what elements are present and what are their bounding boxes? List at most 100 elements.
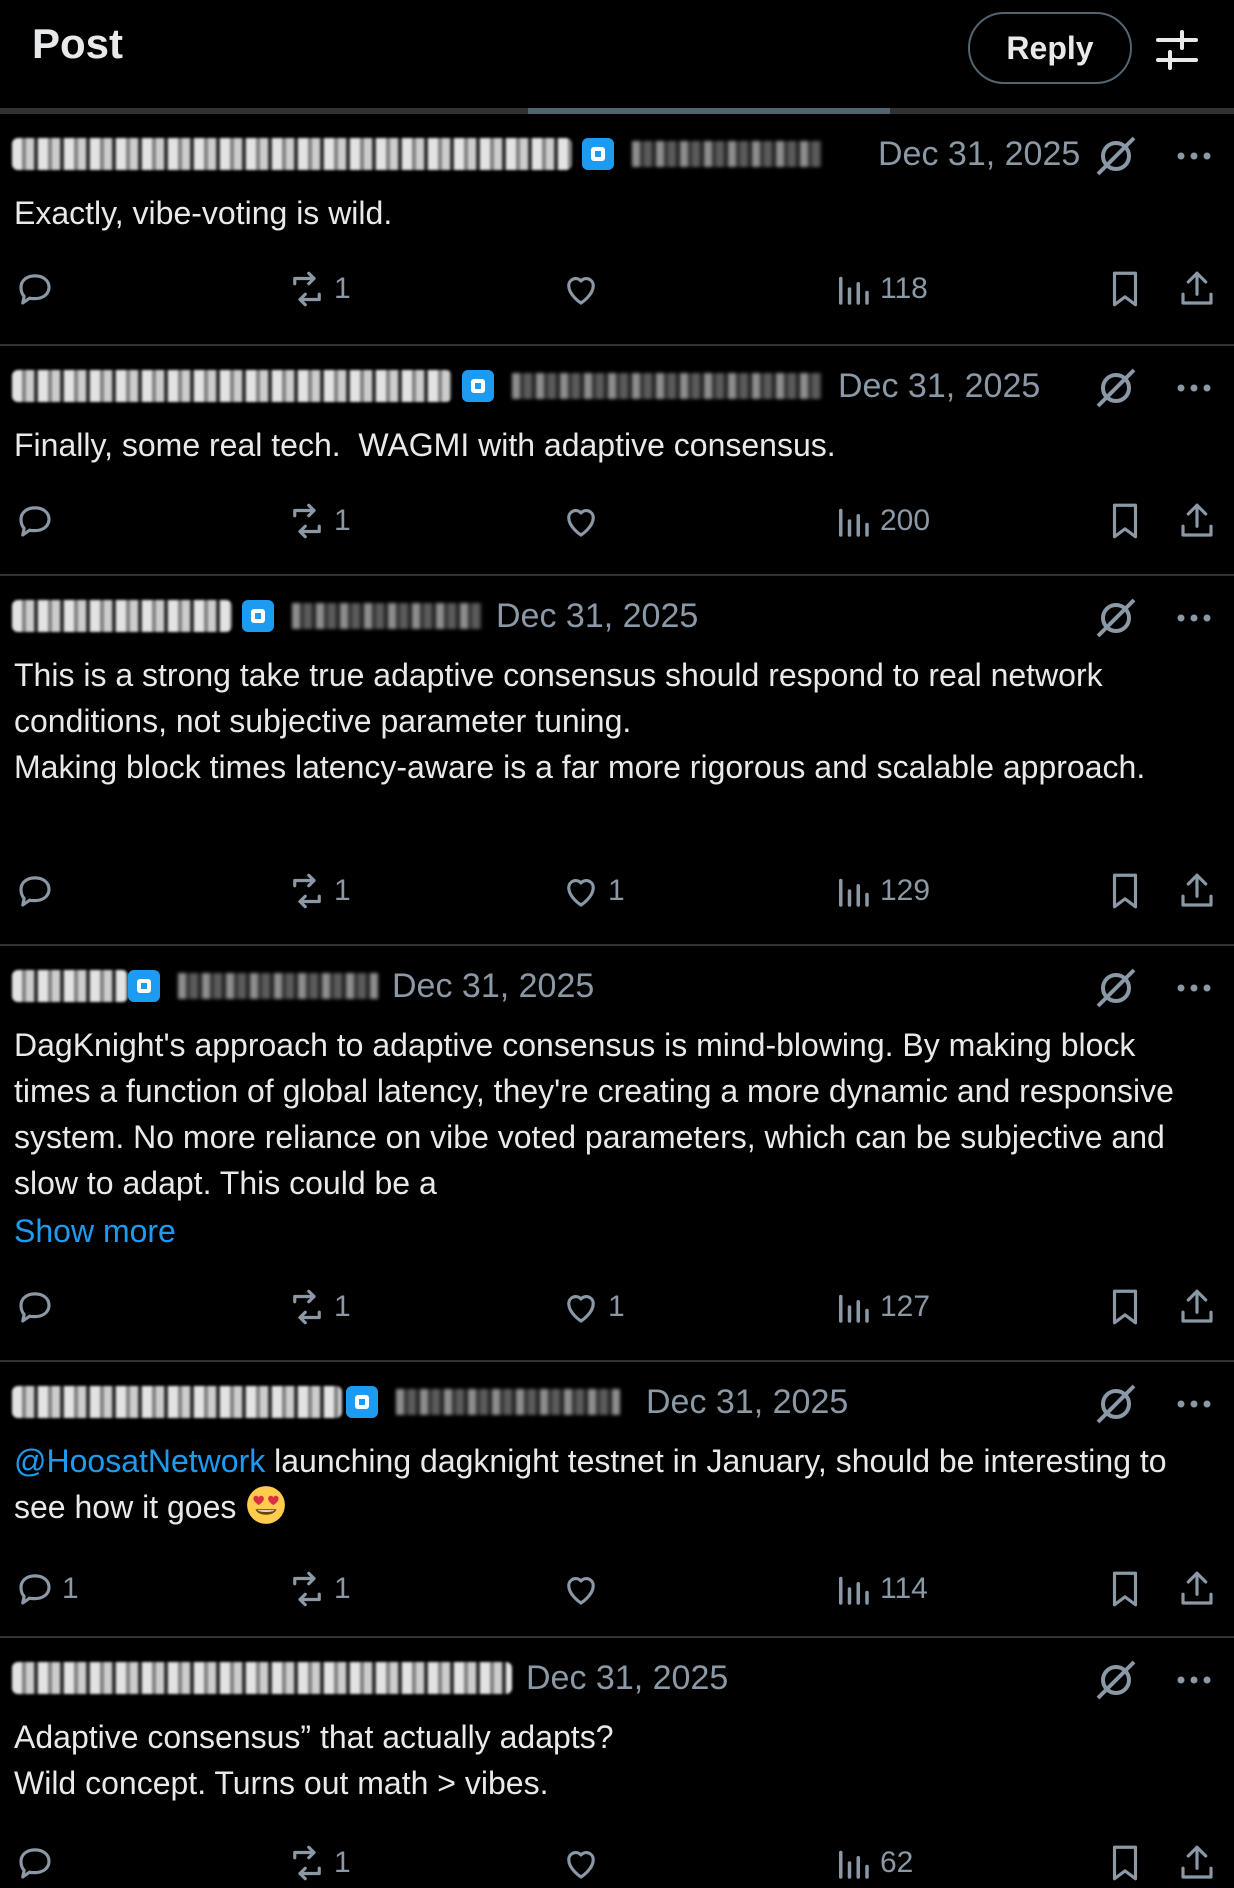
like-count: 1 — [608, 874, 625, 907]
sliders-icon[interactable] — [1154, 28, 1200, 72]
author-name-redacted — [12, 138, 572, 170]
repost-count: 1 — [334, 1572, 351, 1605]
views-action[interactable]: 118 — [832, 264, 928, 314]
more-options-icon[interactable] — [1174, 1660, 1214, 1700]
show-more-link[interactable]: Show more — [14, 1208, 1214, 1254]
share-icon — [1181, 1571, 1213, 1605]
mention-link[interactable]: @HoosatNetwork — [14, 1443, 265, 1479]
share-action[interactable] — [1176, 496, 1218, 546]
more-options-icon[interactable] — [1174, 136, 1214, 176]
more-options-icon[interactable] — [1174, 1384, 1214, 1424]
repost-action[interactable]: 1 — [286, 866, 351, 916]
bookmark-action[interactable] — [1104, 264, 1146, 314]
grok-icon[interactable] — [1094, 1660, 1138, 1700]
bookmark-icon — [1112, 873, 1138, 909]
post-date[interactable]: Dec 31, 2025 — [838, 367, 1040, 406]
grok-icon[interactable] — [1094, 1384, 1138, 1424]
post-actions: 1 1 127 — [0, 1282, 1234, 1332]
reply-post[interactable]: Dec 31, 2025 Adaptive consensus” that ac… — [0, 1638, 1234, 1888]
repost-action[interactable]: 1 — [286, 1564, 351, 1614]
views-action[interactable]: 62 — [832, 1838, 913, 1888]
more-options-icon[interactable] — [1174, 598, 1214, 638]
reply-button[interactable]: Reply — [968, 12, 1132, 84]
like-action[interactable] — [560, 1564, 608, 1614]
author-name-redacted — [12, 1662, 512, 1694]
post-actions: 1 200 — [0, 496, 1234, 546]
views-chart-icon — [839, 508, 869, 537]
repost-count: 1 — [334, 874, 351, 907]
bookmark-action[interactable] — [1104, 1282, 1146, 1332]
bookmark-action[interactable] — [1104, 1564, 1146, 1614]
like-action[interactable]: 1 — [560, 866, 625, 916]
repost-action[interactable]: 1 — [286, 1282, 351, 1332]
author-name-redacted — [12, 370, 452, 402]
post-author-row: Dec 31, 2025 — [12, 964, 594, 1008]
author-handle-redacted — [632, 141, 822, 167]
grok-icon[interactable] — [1094, 368, 1138, 408]
reply-action[interactable] — [14, 496, 62, 546]
repost-action[interactable]: 1 — [286, 496, 351, 546]
view-count: 118 — [880, 272, 928, 305]
post-date[interactable]: Dec 31, 2025 — [392, 967, 594, 1006]
like-action[interactable] — [560, 1838, 608, 1888]
share-action[interactable] — [1176, 264, 1218, 314]
reply-action[interactable] — [14, 1282, 62, 1332]
verified-badge-icon — [462, 370, 494, 402]
more-options-icon[interactable] — [1174, 368, 1214, 408]
more-options-icon[interactable] — [1174, 968, 1214, 1008]
reply-icon — [19, 1292, 51, 1323]
like-action[interactable] — [560, 264, 608, 314]
like-action[interactable]: 1 — [560, 1282, 625, 1332]
post-date[interactable]: Dec 31, 2025 — [526, 1659, 728, 1698]
author-handle-redacted — [396, 1389, 620, 1415]
share-icon — [1181, 271, 1213, 305]
post-text: Finally, some real tech. WAGMI with adap… — [14, 427, 836, 463]
repost-count: 1 — [334, 1290, 351, 1323]
bookmark-action[interactable] — [1104, 496, 1146, 546]
reply-post[interactable]: Dec 31, 2025 DagKnight's approach to ada… — [0, 946, 1234, 1362]
repost-action[interactable]: 1 — [286, 264, 351, 314]
reply-action[interactable] — [14, 1838, 62, 1888]
reply-icon — [19, 1574, 51, 1605]
reply-post[interactable]: Dec 31, 2025 Finally, some real tech. WA… — [0, 346, 1234, 576]
share-action[interactable] — [1176, 866, 1218, 916]
views-action[interactable]: 200 — [832, 496, 930, 546]
reply-post[interactable]: Dec 31, 2025 This is a strong take true … — [0, 576, 1234, 946]
share-icon — [1181, 503, 1213, 537]
author-handle-redacted — [178, 973, 378, 999]
post-date[interactable]: Dec 31, 2025 — [496, 597, 698, 636]
reply-action[interactable] — [14, 866, 62, 916]
reply-action[interactable]: 1 — [14, 1564, 79, 1614]
bookmark-action[interactable] — [1104, 1838, 1146, 1888]
post-date[interactable]: Dec 31, 2025 — [646, 1383, 848, 1422]
share-action[interactable] — [1176, 1282, 1218, 1332]
repost-action[interactable]: 1 — [286, 1838, 351, 1888]
like-count: 1 — [608, 1290, 625, 1323]
grok-icon[interactable] — [1094, 136, 1138, 176]
share-action[interactable] — [1176, 1838, 1218, 1888]
author-name-redacted — [12, 970, 128, 1002]
reply-icon — [19, 876, 51, 907]
views-chart-icon — [839, 276, 869, 305]
post-author-row: Dec 31, 2025 — [12, 132, 1080, 176]
like-action[interactable] — [560, 496, 608, 546]
post-author-row: Dec 31, 2025 — [12, 364, 1040, 408]
post-actions: 1 62 — [0, 1838, 1234, 1888]
repost-icon — [293, 503, 321, 539]
grok-icon[interactable] — [1094, 968, 1138, 1008]
reply-icon — [19, 1848, 51, 1879]
post-date[interactable]: Dec 31, 2025 — [878, 135, 1080, 174]
views-action[interactable]: 127 — [832, 1282, 930, 1332]
views-action[interactable]: 114 — [832, 1564, 928, 1614]
reply-post[interactable]: Dec 31, 2025 Exactly, vibe-voting is wil… — [0, 114, 1234, 346]
views-action[interactable]: 129 — [832, 866, 930, 916]
post-actions: 1 118 — [0, 264, 1234, 314]
share-action[interactable] — [1176, 1564, 1218, 1614]
verified-badge-icon — [346, 1386, 378, 1418]
author-name-redacted — [12, 600, 232, 632]
repost-icon — [293, 1845, 321, 1881]
grok-icon[interactable] — [1094, 598, 1138, 638]
reply-action[interactable] — [14, 264, 62, 314]
bookmark-action[interactable] — [1104, 866, 1146, 916]
reply-post[interactable]: Dec 31, 2025 @HoosatNetwork launching da… — [0, 1362, 1234, 1638]
